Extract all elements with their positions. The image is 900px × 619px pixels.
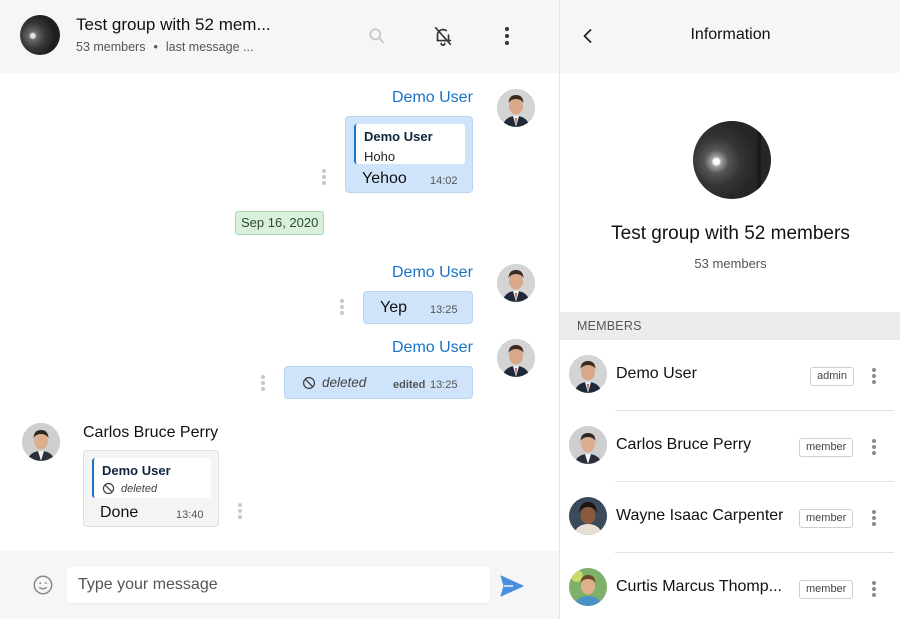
person-photo	[497, 264, 535, 302]
more-vertical-icon	[505, 27, 509, 45]
message-input[interactable]	[67, 567, 490, 603]
role-badge: admin	[810, 367, 854, 386]
member-menu-button[interactable]	[869, 366, 879, 386]
info-header: Information	[560, 0, 900, 73]
chat-pane: Test group with 52 mem... 53 members • las…	[0, 0, 559, 619]
member-row[interactable]: Carlos Bruce Perry member	[560, 411, 900, 482]
member-menu-button[interactable]	[869, 437, 879, 457]
last-message-status: last message ...	[165, 40, 254, 54]
emoji-button[interactable]	[32, 574, 54, 596]
avatar[interactable]	[497, 89, 535, 127]
deleted-indicator: deleted	[302, 375, 366, 390]
group-avatar[interactable]	[20, 15, 60, 55]
person-photo	[569, 355, 607, 393]
role-badge: member	[799, 580, 854, 599]
avatar[interactable]	[569, 568, 607, 606]
role-badge: member	[799, 438, 854, 457]
edited-label: edited	[393, 379, 426, 391]
group-member-count: 53 members	[694, 256, 767, 271]
chat-title[interactable]: Test group with 52 mem...	[76, 15, 271, 35]
message-text: Yep	[380, 299, 407, 316]
message-bubble[interactable]: Demo User Hoho Yehoo 14:02	[345, 116, 473, 193]
member-row[interactable]: Wayne Isaac Carpenter member	[560, 482, 900, 553]
member-name: Demo User	[616, 365, 697, 382]
message-menu-button[interactable]	[337, 297, 347, 317]
message-composer	[0, 551, 559, 619]
message-bubble[interactable]: Yep 13:25	[363, 291, 473, 324]
message-menu-button[interactable]	[258, 373, 268, 393]
message-time: 13:25	[430, 379, 458, 391]
avatar[interactable]	[569, 497, 607, 535]
chat-subtitle: 53 members • last message ...	[76, 40, 253, 54]
message-menu-button[interactable]	[319, 167, 329, 187]
search-icon	[369, 28, 385, 44]
person-photo	[569, 497, 607, 535]
person-photo	[22, 423, 60, 461]
chat-header: Test group with 52 mem... 53 members • las…	[0, 0, 559, 73]
message-bubble[interactable]: Demo User deleted Done 13:40	[83, 450, 219, 527]
person-photo	[569, 568, 607, 606]
reply-quote[interactable]: Demo User deleted	[92, 458, 211, 498]
avatar[interactable]	[22, 423, 60, 461]
group-avatar-large[interactable]	[693, 121, 771, 199]
message-time: 14:02	[430, 175, 458, 187]
sender-name[interactable]: Demo User	[392, 264, 473, 282]
avatar[interactable]	[497, 339, 535, 377]
member-menu-button[interactable]	[869, 508, 879, 528]
blocked-icon	[302, 376, 316, 389]
reply-quote[interactable]: Demo User Hoho	[354, 124, 465, 164]
chat-menu-button[interactable]	[495, 24, 519, 48]
bell-off-icon	[434, 26, 452, 46]
info-title: Information	[690, 26, 771, 43]
person-photo	[497, 339, 535, 377]
avatar[interactable]	[569, 355, 607, 393]
message-list[interactable]: Demo User Demo User Hoho Yehoo 14:02 Sep…	[0, 73, 559, 551]
blocked-icon	[102, 482, 115, 495]
member-name: Carlos Bruce Perry	[616, 436, 752, 453]
reply-deleted-indicator: deleted	[102, 482, 157, 495]
message-text: Done	[100, 504, 139, 521]
member-count: 53 members	[76, 40, 146, 54]
sender-name[interactable]: Demo User	[392, 339, 473, 357]
reply-text: Hoho	[364, 149, 396, 164]
sender-name[interactable]: Demo User	[392, 89, 473, 107]
mute-button[interactable]	[431, 24, 455, 48]
group-name: Test group with 52 members	[611, 223, 850, 244]
member-row[interactable]: Demo User admin	[560, 340, 900, 411]
member-name: Curtis Marcus Thomp...	[616, 578, 782, 595]
avatar[interactable]	[569, 426, 607, 464]
message-time: 13:40	[176, 509, 204, 521]
info-pane: Information Test group with 52 members 5…	[559, 0, 900, 619]
send-button[interactable]	[500, 575, 524, 597]
smiley-icon	[33, 575, 53, 595]
avatar[interactable]	[497, 264, 535, 302]
person-photo	[569, 426, 607, 464]
members-section-header: MEMBERS	[560, 312, 900, 340]
search-button[interactable]	[365, 24, 389, 48]
reply-sender: Demo User	[102, 463, 171, 478]
date-separator: Sep 16, 2020	[235, 211, 325, 235]
person-photo	[497, 89, 535, 127]
message-text: Yehoo	[362, 170, 407, 187]
sender-name[interactable]: Carlos Bruce Perry	[83, 424, 218, 442]
message-time: 13:25	[430, 304, 458, 316]
member-row[interactable]: Curtis Marcus Thomp... member	[560, 553, 900, 619]
member-menu-button[interactable]	[869, 579, 879, 599]
reply-text: deleted	[121, 482, 158, 495]
deleted-text: deleted	[322, 375, 367, 390]
role-badge: member	[799, 509, 854, 528]
message-menu-button[interactable]	[235, 501, 245, 521]
member-name: Wayne Isaac Carpenter	[616, 507, 784, 524]
send-icon	[500, 575, 524, 597]
separator-dot: •	[153, 40, 158, 54]
reply-sender: Demo User	[364, 129, 433, 144]
message-bubble-deleted[interactable]: deleted edited 13:25	[284, 366, 473, 399]
